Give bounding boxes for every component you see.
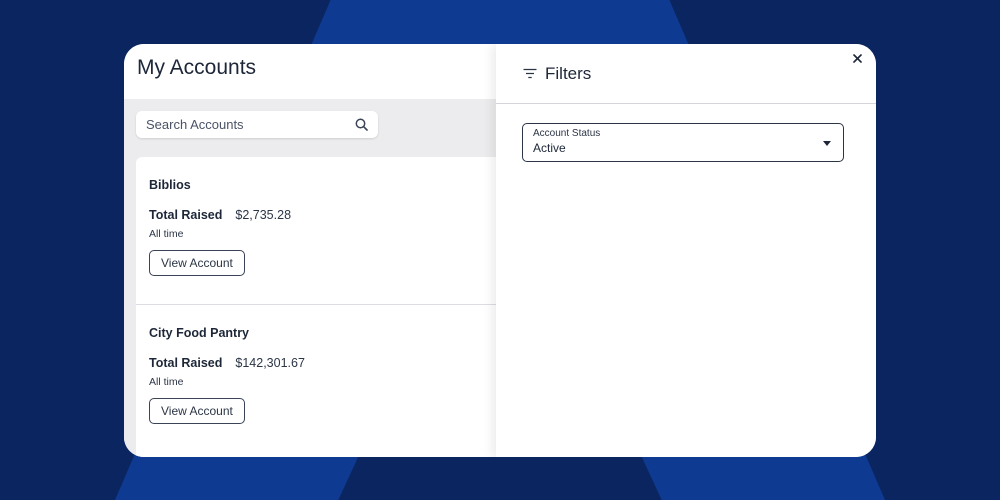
period-label: All time <box>149 376 184 388</box>
account-card: Biblios Total Raised $2,735.28 All time … <box>136 157 496 304</box>
search-input[interactable] <box>146 117 354 132</box>
total-raised-row: Total Raised $142,301.67 <box>149 356 483 370</box>
accounts-window: My Accounts Biblios Total Raised $2,735.… <box>124 44 876 457</box>
account-status-value: Active <box>533 141 566 155</box>
filters-title: Filters <box>545 63 592 83</box>
view-account-button[interactable]: View Account <box>149 250 245 276</box>
view-account-button[interactable]: View Account <box>149 398 245 424</box>
total-raised-value: $142,301.67 <box>235 356 305 370</box>
total-raised-label: Total Raised <box>149 356 223 370</box>
total-raised-value: $2,735.28 <box>235 208 292 222</box>
accounts-body: Biblios Total Raised $2,735.28 All time … <box>124 99 496 457</box>
filters-header: Filters <box>496 44 876 104</box>
accounts-pane: My Accounts Biblios Total Raised $2,735.… <box>124 44 496 457</box>
close-icon[interactable] <box>850 51 864 65</box>
account-name: Biblios <box>149 178 191 192</box>
total-raised-label: Total Raised <box>149 208 223 222</box>
period-label: All time <box>149 228 184 240</box>
filters-panel: Filters Account Status Active <box>496 44 876 457</box>
page-title: My Accounts <box>137 56 257 79</box>
total-raised-row: Total Raised $2,735.28 <box>149 208 483 222</box>
search-icon[interactable] <box>354 118 368 132</box>
caret-down-icon <box>822 139 832 147</box>
filter-icon <box>523 68 537 80</box>
accounts-list: Biblios Total Raised $2,735.28 All time … <box>136 157 496 457</box>
account-status-select[interactable]: Account Status Active <box>522 123 844 162</box>
account-name: City Food Pantry <box>149 326 250 340</box>
account-card: City Food Pantry Total Raised $142,301.6… <box>136 304 496 451</box>
accounts-header: My Accounts <box>124 44 496 99</box>
account-status-label: Account Status <box>533 128 601 139</box>
search-box[interactable] <box>136 111 378 138</box>
